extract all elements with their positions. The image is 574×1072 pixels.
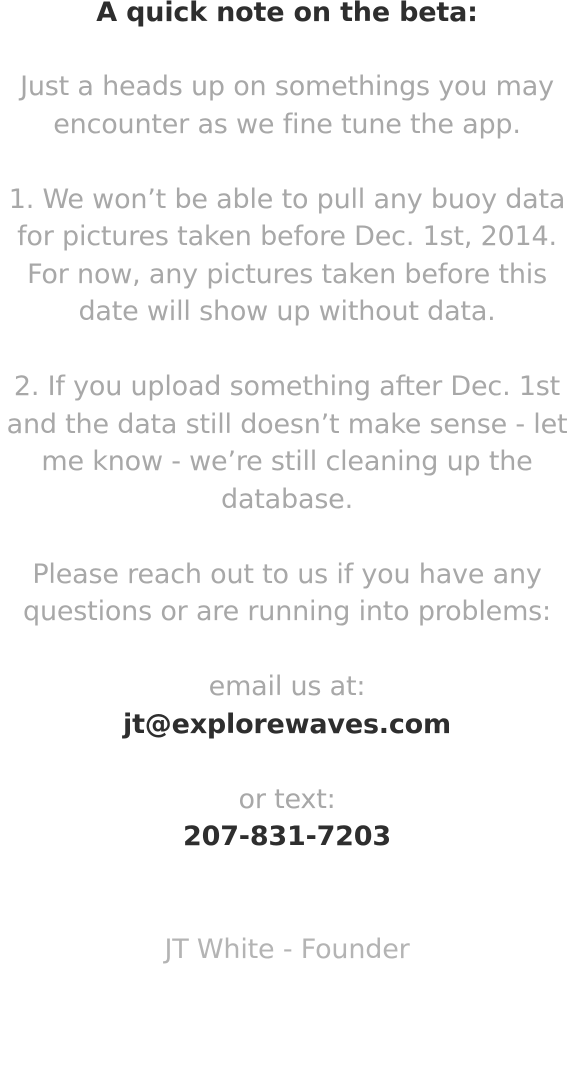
point-1-line-1: 1. We won’t be able to pull any buoy dat… (8, 184, 566, 215)
point-1-line-4: date will show up without data. (78, 296, 496, 327)
phone-link[interactable]: 207-831-7203 (0, 818, 574, 856)
point-1-line-2: for pictures taken before Dec. 1st, 2014… (17, 221, 557, 252)
reach-out-line-1: Please reach out to us if you have any (32, 559, 542, 590)
point-2-line-1: 2. If you upload something after Dec. 1s… (13, 371, 561, 402)
signature: JT White - Founder (164, 934, 410, 965)
intro-line-1: Just a heads up on somethings you may (20, 71, 554, 102)
point-1-line-3: For now, any pictures taken before this (27, 259, 547, 290)
beta-note-page: A quick note on the beta: Just a heads u… (0, 0, 574, 1072)
note-title: A quick note on the beta: (96, 0, 478, 28)
point-2-line-3: me know - we’re still cleaning up the (41, 446, 533, 477)
email-label: email us at: (208, 671, 366, 702)
reach-out-line-2: questions or are running into problems: (23, 596, 551, 627)
email-link[interactable]: jt@explorewaves.com (0, 706, 574, 744)
point-2-line-4: database. (221, 484, 353, 515)
text-label: or text: (238, 784, 336, 815)
point-2-line-2: and the data still doesn’t make sense - … (6, 409, 568, 440)
intro-line-2: encounter as we fine tune the app. (53, 109, 521, 140)
